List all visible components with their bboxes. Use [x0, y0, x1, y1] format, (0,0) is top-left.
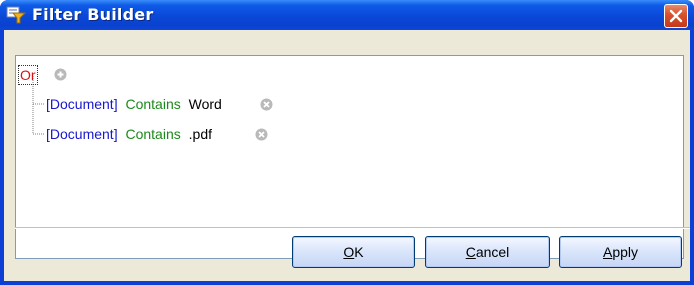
- close-icon: [669, 9, 683, 23]
- remove-circle-icon[interactable]: [260, 98, 273, 111]
- apply-button[interactable]: Apply: [559, 236, 682, 268]
- title-bar[interactable]: Filter Builder: [0, 0, 694, 30]
- condition-field[interactable]: [Document]: [46, 96, 118, 112]
- group-operator[interactable]: Or: [18, 65, 38, 85]
- condition-value[interactable]: .pdf: [189, 126, 212, 142]
- button-separator: [15, 227, 690, 229]
- apply-mnemonic: A: [602, 244, 613, 260]
- plus-circle-icon[interactable]: [54, 68, 67, 81]
- condition-row: [Document] Contains Word: [46, 95, 222, 113]
- ok-mnemonic: O: [343, 244, 355, 260]
- condition-field[interactable]: [Document]: [46, 126, 118, 142]
- condition-value[interactable]: Word: [189, 96, 222, 112]
- condition-row: [Document] Contains .pdf: [46, 125, 212, 143]
- close-button[interactable]: [664, 4, 688, 28]
- filter-icon: [6, 6, 26, 24]
- condition-operator[interactable]: Contains: [125, 96, 180, 112]
- window-title: Filter Builder: [32, 5, 154, 24]
- tree-connector-lines: [32, 76, 44, 135]
- condition-operator[interactable]: Contains: [125, 126, 180, 142]
- apply-label: pply: [612, 244, 639, 260]
- ok-label: K: [354, 244, 364, 260]
- cancel-button[interactable]: Cancel: [425, 236, 550, 268]
- remove-circle-icon[interactable]: [255, 128, 268, 141]
- cancel-label: ancel: [475, 244, 510, 260]
- filter-builder-window: Filter Builder Or [Document] Contains Wo…: [0, 0, 694, 285]
- cancel-mnemonic: C: [465, 244, 476, 260]
- ok-button[interactable]: OK: [292, 236, 415, 268]
